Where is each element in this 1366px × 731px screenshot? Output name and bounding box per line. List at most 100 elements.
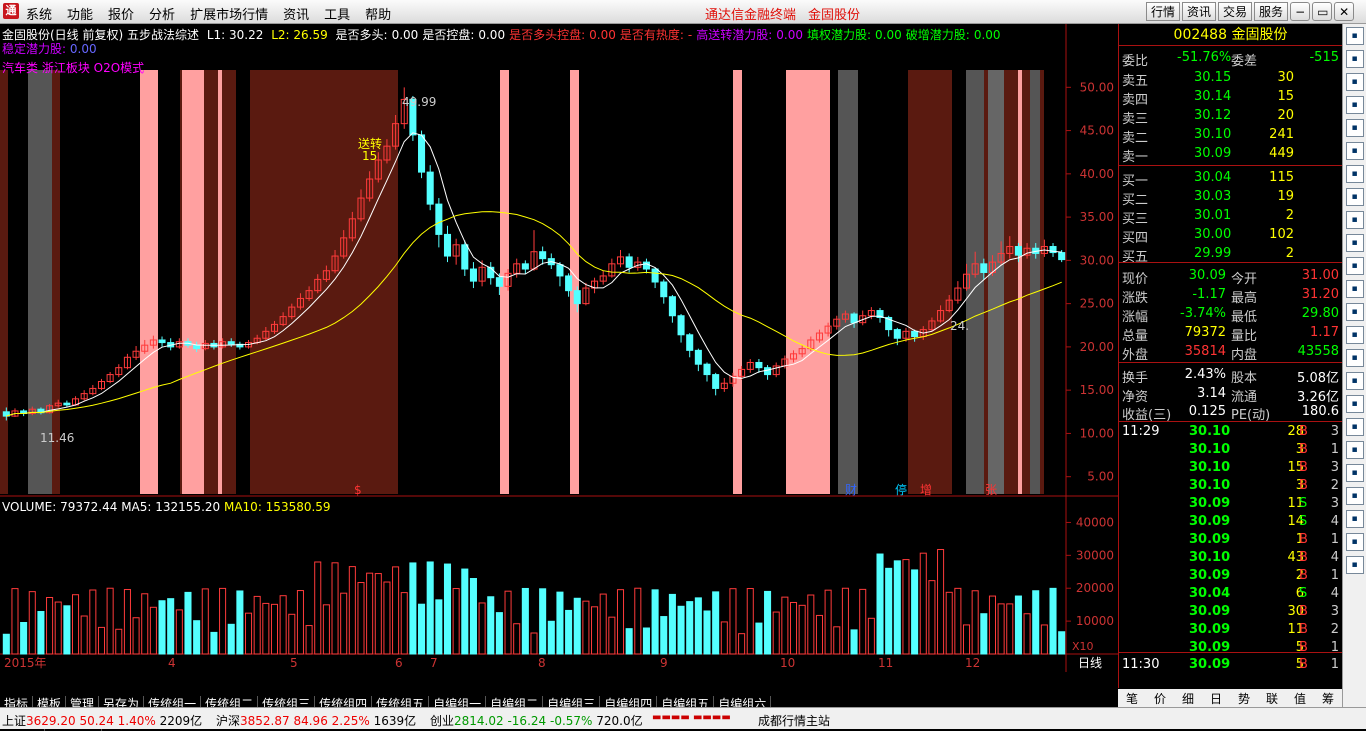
sh-index[interactable]: 上证3629.20 50.24 1.40% 2209亿 (2, 712, 202, 729)
side-tab-5[interactable]: 联 (1266, 690, 1278, 707)
toolbar-icon-3[interactable]: ▪ (1345, 96, 1364, 114)
toolbar-icon-16[interactable]: ▪ (1345, 395, 1364, 413)
menu-item-7[interactable]: 帮助 (365, 4, 391, 23)
toolbar-icon-18[interactable]: ▪ (1345, 441, 1364, 459)
menu-item-6[interactable]: 工具 (324, 4, 350, 23)
stat2-label: 换手 (1122, 371, 1149, 386)
side-divider (1119, 165, 1342, 166)
restore-icon[interactable]: ▭ (1312, 2, 1333, 21)
volume-bar (2, 633, 10, 655)
toolbar-icon-4[interactable]: ▪ (1345, 119, 1364, 137)
market-bars-icon[interactable]: ▬▬▬▬ ▬▬▬▬ (652, 712, 731, 723)
menu-item-3[interactable]: 分析 (149, 4, 175, 23)
menu-item-0[interactable]: 系统 (26, 4, 52, 23)
signal-band (218, 70, 222, 494)
toolbar-icon-12[interactable]: ▪ (1345, 303, 1364, 321)
menu-item-4[interactable]: 扩展市场行情 (190, 4, 268, 23)
candle-body (443, 233, 452, 257)
stat-label: 涨跌 (1122, 291, 1149, 306)
toolbar-icon-15[interactable]: ▪ (1345, 372, 1364, 390)
stat2-value2: 5.08亿 (1297, 371, 1339, 386)
volume-bar (184, 591, 192, 655)
volume-bar (971, 590, 979, 655)
toolbar-icon-21[interactable]: ▪ (1345, 510, 1364, 528)
stat-value: 35814 (1184, 344, 1226, 359)
tick-price: 30.09 (1189, 622, 1231, 637)
volume-bar (807, 594, 815, 655)
volume-bar (833, 626, 841, 655)
volume-bar (573, 597, 581, 655)
volume-bar (902, 559, 910, 655)
cy-index[interactable]: 创业2814.02 -16.24 -0.57% 720.0亿 (430, 712, 643, 729)
volume-bar (123, 589, 131, 655)
top-button-2[interactable]: 交易 (1218, 2, 1253, 21)
tick-n: 3 (1330, 460, 1339, 475)
toolbar-icon-11[interactable]: ▪ (1345, 280, 1364, 298)
candle-body (651, 268, 659, 283)
top-button-3[interactable]: 服务 (1254, 2, 1289, 21)
volume-bar (815, 614, 823, 655)
toolbar-icon-7[interactable]: ▪ (1345, 188, 1364, 206)
toolbar-icon-19[interactable]: ▪ (1345, 464, 1364, 482)
app-logo-icon[interactable]: 通 (3, 3, 19, 19)
side-tab-2[interactable]: 细 (1182, 690, 1194, 707)
toolbar-icon-22[interactable]: ▪ (1345, 533, 1364, 551)
minimize-icon[interactable]: − (1290, 2, 1311, 21)
toolbar-icon-23[interactable]: ▪ (1345, 556, 1364, 574)
menu-item-2[interactable]: 报价 (108, 4, 134, 23)
candle-body (1058, 252, 1066, 261)
header-label-1: 是否控盘: (422, 28, 475, 42)
side-tab-0[interactable]: 笔 (1126, 690, 1138, 707)
signal-band (908, 70, 952, 494)
signal-band (1030, 70, 1040, 494)
volume-bar (175, 609, 183, 655)
candle-body (850, 313, 858, 324)
toolbar-icon-6[interactable]: ▪ (1345, 165, 1364, 183)
signal-band (988, 70, 1004, 494)
volume-bar (694, 597, 702, 655)
chart-area[interactable]: 50.00 45.00 40.00 35.00 30.00 25.00 20.00 15.00… (0, 24, 1118, 731)
toolbar-icon-13[interactable]: ▪ (1345, 326, 1364, 344)
stat2-value2: 180.6 (1301, 404, 1339, 419)
toolbar-icon-5[interactable]: ▪ (1345, 142, 1364, 160)
header-value-2: 0.00 (589, 28, 616, 42)
top-button-0[interactable]: 行情 (1146, 2, 1181, 21)
bid-vol: 19 (1277, 189, 1294, 204)
top-button-1[interactable]: 资讯 (1182, 2, 1217, 21)
tick-n: 1 (1330, 657, 1339, 672)
volume-bar (850, 629, 858, 655)
volume-bar (245, 612, 253, 655)
volume-bar (746, 588, 754, 655)
toolbar-icon-17[interactable]: ▪ (1345, 418, 1364, 436)
toolbar-icon-9[interactable]: ▪ (1345, 234, 1364, 252)
side-tab-4[interactable]: 势 (1238, 690, 1250, 707)
side-tab-1[interactable]: 价 (1154, 690, 1166, 707)
volume-bar (513, 623, 521, 655)
side-tab-3[interactable]: 日 (1210, 690, 1222, 707)
toolbar-icon-1[interactable]: ▪ (1345, 50, 1364, 68)
volume-bar (106, 587, 114, 655)
chart-header: 金固股份(日线 前复权) 五步战法综述 L1: 30.22 L2: 26.59 … (2, 26, 1009, 43)
kline-chart[interactable]: 50.0045.0040.0035.0030.0025.0020.0015.00… (0, 24, 1118, 672)
volume-bar (279, 595, 287, 655)
period-label: 日线 (1078, 656, 1102, 670)
toolbar-icon-10[interactable]: ▪ (1345, 257, 1364, 275)
stock-title: 金固股份 (808, 8, 861, 23)
close-icon[interactable]: ✕ (1334, 2, 1355, 21)
vol-axis-label: 40000 (1076, 515, 1114, 529)
toolbar-icon-8[interactable]: ▪ (1345, 211, 1364, 229)
tick-bs: B (1299, 424, 1308, 439)
toolbar-icon-14[interactable]: ▪ (1345, 349, 1364, 367)
xaxis-label: 6 (395, 656, 403, 670)
app-title: 通达信金融终端 (705, 8, 797, 23)
sz-index[interactable]: 沪深3852.87 84.96 2.25% 1639亿 (216, 712, 416, 729)
toolbar-icon-2[interactable]: ▪ (1345, 73, 1364, 91)
menu-item-1[interactable]: 功能 (67, 4, 93, 23)
toolbar-icon-0[interactable]: ▪ (1345, 27, 1364, 45)
toolbar-icon-20[interactable]: ▪ (1345, 487, 1364, 505)
side-tab-7[interactable]: 筹 (1322, 690, 1334, 707)
menu-item-5[interactable]: 资讯 (283, 4, 309, 23)
sector-label: 汽车类 浙江板块 O2O模式 (2, 61, 145, 75)
xaxis-label: 9 (660, 656, 668, 670)
side-tab-6[interactable]: 值 (1294, 690, 1306, 707)
